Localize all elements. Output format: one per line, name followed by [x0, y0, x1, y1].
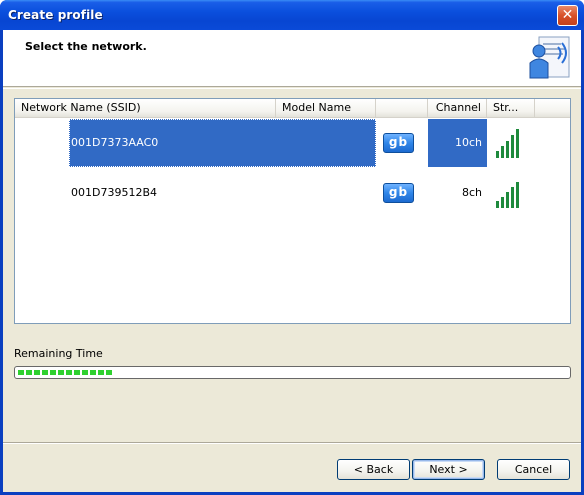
network-channel: 10ch: [428, 119, 487, 167]
close-icon: ✕: [561, 7, 574, 23]
progress-segment: [50, 370, 56, 375]
band-cell: gb: [376, 169, 428, 217]
column-header-channel[interactable]: Channel: [428, 99, 487, 118]
band-gb-icon: gb: [383, 183, 414, 203]
progress-fill: [18, 370, 112, 375]
progress-segment: [34, 370, 40, 375]
close-button[interactable]: ✕: [557, 5, 578, 26]
progress-segment: [82, 370, 88, 375]
step-title: Select the network.: [25, 40, 147, 53]
column-header-model[interactable]: Model Name: [276, 99, 376, 118]
progress-segment: [58, 370, 64, 375]
remaining-time-label: Remaining Time: [14, 347, 103, 360]
progress-segment: [18, 370, 24, 375]
wireless-profile-icon: [529, 36, 570, 79]
progress-segment: [66, 370, 72, 375]
signal-strength-icon: [496, 182, 519, 208]
network-row[interactable]: 001D739512B4 gb 8ch: [15, 169, 570, 217]
list-header: Network Name (SSID) Model Name Channel S…: [15, 99, 570, 118]
signal-strength-icon: [496, 129, 519, 158]
dialog-body: Select the network. Network Name (SSID) …: [3, 30, 581, 492]
progress-segment: [90, 370, 96, 375]
band-gb-icon: gb: [383, 133, 414, 153]
column-header-band[interactable]: [376, 99, 428, 118]
window-title: Create profile: [8, 8, 103, 22]
next-button[interactable]: Next >: [412, 459, 485, 480]
progress-segment: [106, 370, 112, 375]
network-ssid: 001D7373AAC0: [69, 119, 376, 167]
progress-segment: [42, 370, 48, 375]
progress-segment: [74, 370, 80, 375]
progress-segment: [98, 370, 104, 375]
create-profile-window: Create profile ✕ Select the network. Net…: [0, 0, 584, 495]
cancel-button[interactable]: Cancel: [497, 459, 570, 480]
remaining-time-progress-bar: [14, 366, 571, 379]
column-header-ssid[interactable]: Network Name (SSID): [15, 99, 276, 118]
column-header-strength[interactable]: Str...: [487, 99, 535, 118]
title-bar[interactable]: Create profile ✕: [0, 0, 584, 30]
band-cell: gb: [376, 119, 428, 167]
network-row[interactable]: 001D7373AAC0 gb 10ch: [15, 119, 570, 167]
header-divider: [3, 88, 581, 89]
network-list[interactable]: Network Name (SSID) Model Name Channel S…: [14, 98, 571, 324]
progress-segment: [26, 370, 32, 375]
footer-divider-highlight: [3, 443, 581, 444]
back-button[interactable]: < Back: [337, 459, 410, 480]
wizard-header: Select the network.: [3, 30, 581, 87]
network-channel: 8ch: [461, 186, 482, 199]
network-ssid: 001D739512B4: [71, 186, 158, 199]
